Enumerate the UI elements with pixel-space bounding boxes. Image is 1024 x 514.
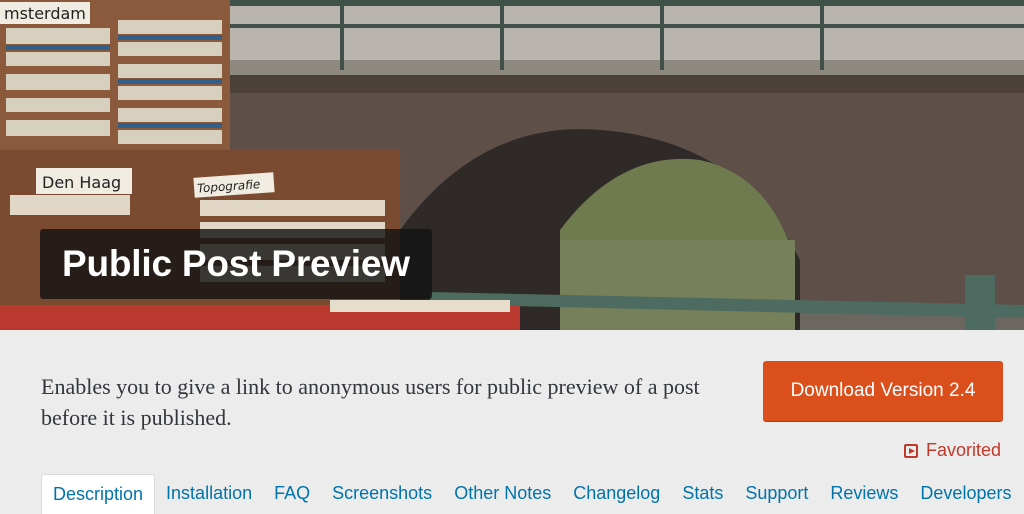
favorited-link[interactable]: Favorited	[903, 440, 1001, 461]
plugin-title: Public Post Preview	[62, 243, 410, 284]
sign-amsterdam: msterdam	[4, 4, 86, 23]
plugin-title-box: Public Post Preview	[40, 229, 432, 299]
tab-other-notes[interactable]: Other Notes	[443, 474, 562, 513]
favorite-icon	[903, 443, 918, 458]
sign-den-haag: Den Haag	[42, 173, 121, 192]
tab-support[interactable]: Support	[734, 474, 819, 513]
tab-installation[interactable]: Installation	[155, 474, 263, 513]
tab-changelog[interactable]: Changelog	[562, 474, 671, 513]
download-button[interactable]: Download Version 2.4	[763, 361, 1003, 421]
tab-screenshots[interactable]: Screenshots	[321, 474, 443, 513]
tab-reviews[interactable]: Reviews	[819, 474, 909, 513]
plugin-tabs: Description Installation FAQ Screenshots…	[41, 474, 1022, 514]
tab-description[interactable]: Description	[41, 474, 156, 514]
tab-stats[interactable]: Stats	[671, 474, 734, 513]
plugin-description: Enables you to give a link to anonymous …	[41, 374, 700, 430]
favorited-label: Favorited	[925, 440, 1001, 460]
tab-faq[interactable]: FAQ	[263, 474, 321, 513]
tab-developers[interactable]: Developers	[909, 474, 1022, 513]
plugin-banner: msterdam Den Haag Topografie Public Post…	[0, 0, 1024, 330]
